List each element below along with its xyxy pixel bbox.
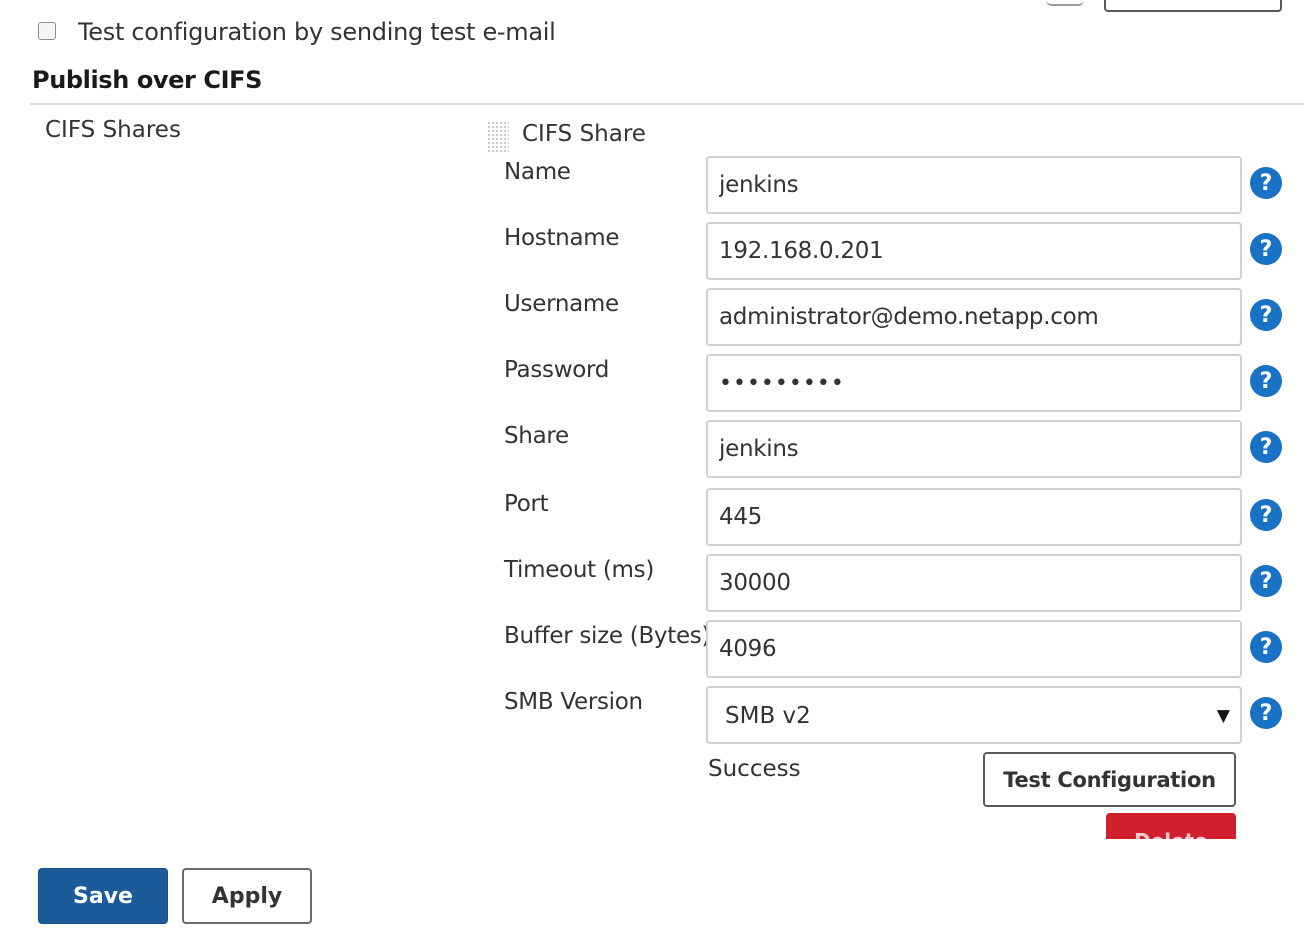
help-icon[interactable]: ? — [1250, 499, 1282, 531]
help-icon[interactable]: ? — [1250, 431, 1282, 463]
clipboard-icon — [1046, 0, 1084, 6]
test-email-checkbox[interactable] — [38, 22, 56, 40]
smb-version-label: SMB Version — [504, 689, 643, 715]
port-label: Port — [504, 491, 549, 517]
buffer-size-input[interactable] — [706, 620, 1242, 678]
dropdown-arrow-icon: ▼ — [1216, 706, 1230, 726]
help-icon[interactable]: ? — [1250, 299, 1282, 331]
name-label: Name — [504, 159, 571, 185]
cifs-share-title: CIFS Share — [522, 121, 646, 147]
help-icon[interactable]: ? — [1250, 697, 1282, 729]
help-icon[interactable]: ? — [1250, 365, 1282, 397]
port-input[interactable] — [706, 488, 1242, 546]
section-title: Publish over CIFS — [32, 66, 263, 94]
delete-button[interactable]: Delete — [1106, 813, 1236, 839]
smb-version-selected: SMB v2 — [725, 703, 811, 729]
cifs-shares-label: CIFS Shares — [45, 117, 181, 143]
help-icon[interactable]: ? — [1250, 631, 1282, 663]
username-label: Username — [504, 291, 619, 317]
share-input[interactable] — [706, 420, 1242, 478]
help-icon[interactable]: ? — [1250, 167, 1282, 199]
username-input[interactable] — [706, 288, 1242, 346]
test-email-label: Test configuration by sending test e-mai… — [78, 18, 556, 46]
top-cutoff-button[interactable] — [1104, 0, 1282, 12]
password-input[interactable] — [706, 354, 1242, 412]
share-label: Share — [504, 423, 569, 449]
apply-button[interactable]: Apply — [182, 868, 312, 924]
test-status: Success — [708, 756, 801, 782]
delete-button-clip: Delete — [1106, 813, 1236, 839]
save-button[interactable]: Save — [38, 868, 168, 924]
timeout-label: Timeout (ms) — [504, 557, 654, 583]
hostname-label: Hostname — [504, 225, 620, 251]
section-divider — [30, 103, 1304, 105]
smb-version-select[interactable]: SMB v2 ▼ — [706, 686, 1242, 744]
password-label: Password — [504, 357, 610, 383]
timeout-input[interactable] — [706, 554, 1242, 612]
buffer-size-label: Buffer size (Bytes) — [504, 623, 711, 649]
name-input[interactable] — [706, 156, 1242, 214]
help-icon[interactable]: ? — [1250, 233, 1282, 265]
hostname-input[interactable] — [706, 222, 1242, 280]
help-icon[interactable]: ? — [1250, 565, 1282, 597]
test-configuration-button[interactable]: Test Configuration — [983, 752, 1236, 807]
drag-handle-icon[interactable] — [487, 121, 509, 153]
